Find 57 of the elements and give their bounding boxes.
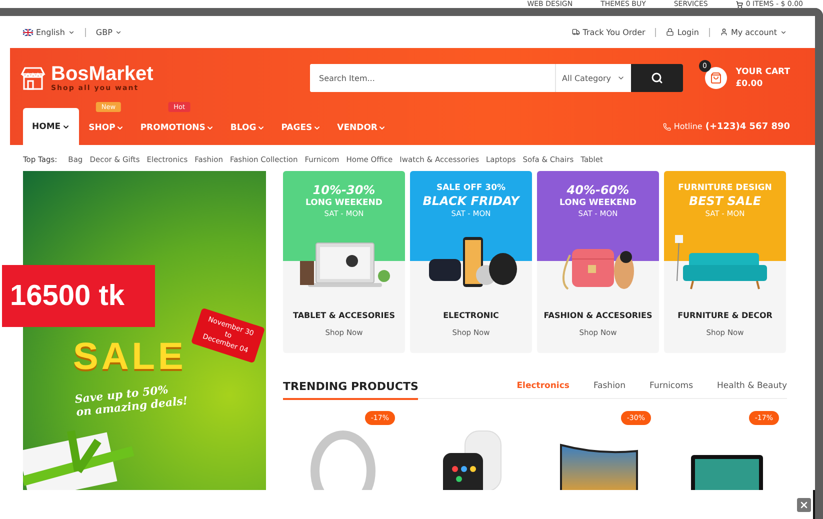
account-link[interactable]: My account: [730, 28, 777, 36]
section-title: TRENDING PRODUCTS: [283, 380, 418, 400]
chevron-down-icon: [206, 124, 214, 132]
chevron-down-icon: [257, 124, 266, 132]
chevron-down-icon: [62, 122, 70, 130]
category-tab[interactable]: Fashion: [593, 381, 626, 391]
promo-text: 40%-60%: [566, 183, 630, 197]
shopping-bag-icon: [710, 72, 722, 84]
chevron-down-icon: [116, 124, 124, 132]
search-field[interactable]: Search Item... All Category: [310, 64, 683, 92]
promo-text: BEST SALE: [688, 194, 762, 208]
hotline-label: Hotline: [674, 122, 702, 131]
chevron-down-icon: [68, 28, 75, 36]
nav-tab[interactable]: SHOP: [82, 111, 130, 145]
uk-flag-icon: [23, 28, 33, 36]
sale-tagline: Save up to 50% on amazing deals!: [74, 382, 190, 419]
chevron-down-icon: [115, 28, 122, 36]
promo-text: FURNITURE DESIGN: [678, 183, 772, 193]
nav-tab[interactable]: PROMOTIONS: [134, 111, 220, 145]
promo-text: SALE OFF 30%: [436, 183, 506, 193]
chevron-down-icon: [780, 28, 787, 36]
currency-selector[interactable]: GBP: [96, 28, 112, 36]
truck-icon: [572, 28, 580, 36]
cart-title[interactable]: YOUR CART: [736, 66, 790, 78]
phone-icon: [662, 122, 671, 130]
hotline-number: (+123)4 567 890: [705, 122, 790, 132]
account-link[interactable]: Track You Order: [582, 28, 646, 36]
price-label: 16500 tk: [2, 265, 155, 327]
promo-text: LONG WEEKEND: [306, 198, 382, 208]
chevron-down-icon: [378, 124, 386, 132]
chevron-down-icon: [313, 124, 322, 132]
promo-text: LONG WEEKEND: [560, 198, 636, 208]
storefront-icon: [20, 65, 46, 91]
sale-headline: SALE: [73, 337, 186, 377]
nav-tab[interactable]: HOME: [23, 108, 79, 145]
category-tab[interactable]: Health & Beauty: [717, 381, 787, 391]
search-icon: [651, 72, 663, 84]
promo-text: BLACK FRIDAY: [422, 194, 520, 208]
language-selector[interactable]: English: [36, 28, 65, 36]
category-tab[interactable]: Furnicoms: [650, 381, 694, 391]
category-title: FASHION & ACCESORIES: [544, 311, 652, 320]
promo-text: 10%-30%: [312, 183, 376, 197]
account-link[interactable]: Login: [677, 28, 699, 36]
lock-icon: [666, 28, 674, 36]
close-icon: [799, 500, 809, 510]
search-button[interactable]: [631, 64, 683, 92]
cart-button[interactable]: [704, 67, 727, 89]
chevron-down-icon: [617, 74, 625, 82]
user-icon: [720, 28, 728, 36]
category-title: FURNITURE & DECOR: [678, 311, 772, 320]
category-title: TABLET & ACCESORIES: [292, 311, 395, 320]
category-title: ELECTRONIC: [443, 311, 499, 320]
logo-text: BosMarket: [51, 64, 154, 84]
laptop-drawing: [691, 455, 763, 490]
cart-icon: [736, 0, 743, 8]
close-button[interactable]: [797, 498, 811, 512]
cart-total: £0.00: [736, 78, 764, 90]
